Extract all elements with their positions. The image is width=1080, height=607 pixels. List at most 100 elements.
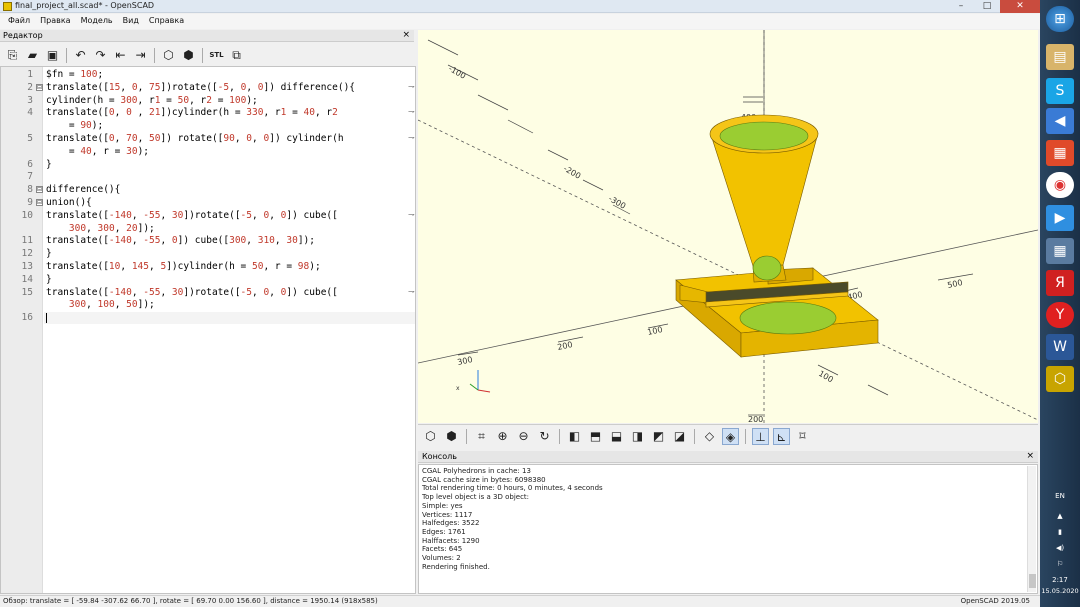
axis-label: 300 xyxy=(457,355,474,367)
console-scrollbar[interactable] xyxy=(1027,466,1036,592)
zoom-out-icon[interactable]: ⊖ xyxy=(515,428,532,445)
zoom-in-icon[interactable]: ⊕ xyxy=(494,428,511,445)
editor-close-button[interactable]: × xyxy=(402,30,410,40)
svg-text:x: x xyxy=(456,385,460,392)
line-number-gutter: 1 2 ⊟ 3 4 5 6 7 8 ⊟ 9 ⊟ 10 11 12 13 14 15 16 xyxy=(1,67,43,593)
line-number: 16 xyxy=(21,312,33,324)
fold-toggle[interactable]: ⊟ xyxy=(36,186,43,194)
line-wrap-icon: ⇁ xyxy=(408,133,415,142)
clock-time[interactable]: 2:17 xyxy=(1040,576,1080,584)
code-line: = 90); xyxy=(46,120,104,132)
render-icon[interactable]: ⬢ xyxy=(443,428,460,445)
line-number: 10 xyxy=(21,209,33,221)
line-number: 5 xyxy=(27,133,33,144)
send-to-print-icon[interactable]: ⧉ xyxy=(228,47,245,64)
axis-label: 500 xyxy=(947,278,964,290)
indent-icon[interactable]: ⇥ xyxy=(132,47,149,64)
line-number: 7 xyxy=(27,171,33,183)
orthogonal-icon[interactable]: ◈ xyxy=(722,428,739,445)
network-icon[interactable]: ▮ xyxy=(1040,528,1080,536)
skype-icon[interactable]: S xyxy=(1046,78,1074,104)
show-edges-icon[interactable]: ⌑ xyxy=(794,428,811,445)
redo-icon[interactable]: ↷ xyxy=(92,47,109,64)
openscad-taskbar-icon[interactable]: ⬡ xyxy=(1046,366,1074,392)
view-left-icon[interactable]: ◨ xyxy=(629,428,646,445)
status-bar: Обзор: translate = [ -59.84 -307.62 66.7… xyxy=(0,595,1040,607)
save-icon[interactable]: ▣ xyxy=(44,47,61,64)
axis-label: 200 xyxy=(748,415,763,423)
view-all-icon[interactable]: ⌗ xyxy=(473,428,490,445)
maximize-button[interactable]: □ xyxy=(974,0,1000,13)
line-number: 1 xyxy=(27,69,33,80)
menu-help[interactable]: Справка xyxy=(144,14,189,29)
perspective-icon[interactable]: ◇ xyxy=(701,428,718,445)
code-line: 300, 100, 50]); xyxy=(68,299,155,311)
fold-toggle[interactable]: ⊟ xyxy=(36,83,43,91)
start-button-icon[interactable]: ⊞ xyxy=(1046,6,1074,32)
console-line: Rendering finished. xyxy=(422,562,490,571)
openscad-app-icon xyxy=(3,2,12,11)
console-line: CGAL cache size in bytes: 6098380 xyxy=(422,475,546,484)
minimize-button[interactable]: – xyxy=(948,0,974,13)
reset-view-icon[interactable]: ↻ xyxy=(536,428,553,445)
word-icon[interactable]: W xyxy=(1046,334,1074,360)
console-line: Vertices: 1117 xyxy=(422,510,473,519)
office-icon[interactable]: ▦ xyxy=(1046,140,1074,166)
apps-grid-icon[interactable]: ▦ xyxy=(1046,238,1074,264)
cone-part xyxy=(709,114,819,283)
window-title: final_project_all.scad* - OpenSCAD xyxy=(15,1,155,10)
chrome-icon[interactable]: ◉ xyxy=(1046,172,1074,198)
view-front-icon[interactable]: ◩ xyxy=(650,428,667,445)
console-close-button[interactable]: × xyxy=(1026,451,1034,461)
console-line: Halffacets: 1290 xyxy=(422,536,480,545)
view-bottom-icon[interactable]: ⬓ xyxy=(608,428,625,445)
view-top-icon[interactable]: ⬒ xyxy=(587,428,604,445)
base-plate xyxy=(675,267,879,358)
preview-icon[interactable]: ⬡ xyxy=(422,428,439,445)
show-hidden-icons-icon[interactable]: ▲ xyxy=(1040,512,1080,520)
yandex-browser-icon[interactable]: Y xyxy=(1046,302,1074,328)
line-number: 4 xyxy=(27,107,33,119)
code-line: translate([0, 70, 50]) rotate([90, 0, 0]… xyxy=(46,133,344,144)
code-line: = 40, r = 30); xyxy=(46,145,150,157)
axis-label: 100 xyxy=(647,325,664,337)
preview-icon[interactable]: ⬡ xyxy=(160,47,177,64)
clock-date[interactable]: 15.05.2020 xyxy=(1040,587,1080,595)
menu-design[interactable]: Модель xyxy=(76,14,118,29)
code-editor[interactable]: 1 2 ⊟ 3 4 5 6 7 8 ⊟ 9 ⊟ 10 11 12 13 14 15 16 $fn = 100; tra… xyxy=(0,66,416,594)
console-header: Консоль × xyxy=(418,451,1038,463)
3d-viewport[interactable]: -100 -200 -300 -400 100 200 300 400 500 … xyxy=(418,30,1038,423)
view-back-icon[interactable]: ◪ xyxy=(671,428,688,445)
new-file-icon[interactable]: ⎘ xyxy=(4,47,21,64)
line-number: 13 xyxy=(21,261,33,272)
line-number: 9 xyxy=(27,197,33,208)
unindent-icon[interactable]: ⇤ xyxy=(112,47,129,64)
show-axes-icon[interactable]: ⊥ xyxy=(752,428,769,445)
fold-toggle[interactable]: ⊟ xyxy=(36,199,43,206)
language-indicator[interactable]: EN xyxy=(1040,492,1080,500)
viewport-toolbar: ⬡ ⬢ ⌗ ⊕ ⊖ ↻ ◧ ⬒ ⬓ ◨ ◩ ◪ ◇ ◈ ⊥ ⊾ ⌑ xyxy=(418,424,1038,448)
view-right-icon[interactable]: ◧ xyxy=(566,428,583,445)
line-number: 8 xyxy=(27,184,33,196)
open-file-icon[interactable]: ▰ xyxy=(24,47,41,64)
editor-toolbar: ⎘ ▰ ▣ ↶ ↷ ⇤ ⇥ ⬡ ⬢ STL ⧉ xyxy=(0,44,414,66)
axis-label: 100 xyxy=(817,369,835,384)
console-output[interactable]: CGAL Polyhedrons in cache: 13 CGAL cache … xyxy=(418,464,1038,594)
file-explorer-icon[interactable]: ▤ xyxy=(1046,44,1074,70)
console-line: Facets: 645 xyxy=(422,545,463,554)
show-scale-markers-icon[interactable]: ⊾ xyxy=(773,428,790,445)
undo-icon[interactable]: ↶ xyxy=(72,47,89,64)
export-stl-icon[interactable]: STL xyxy=(208,47,225,64)
menu-view[interactable]: Вид xyxy=(118,14,144,29)
volume-app-icon[interactable]: ◀ xyxy=(1046,108,1074,134)
close-window-button[interactable]: ✕ xyxy=(1000,0,1040,13)
axis-label: 200 xyxy=(557,340,574,352)
console-line: Edges: 1761 xyxy=(422,527,466,536)
menu-edit[interactable]: Правка xyxy=(35,14,75,29)
notification-icon[interactable]: ⚐ xyxy=(1040,560,1080,568)
render-icon[interactable]: ⬢ xyxy=(180,47,197,64)
menu-file[interactable]: Файл xyxy=(3,14,35,29)
speaker-icon[interactable]: ◀) xyxy=(1040,544,1080,552)
media-player-icon[interactable]: ▶ xyxy=(1046,205,1074,231)
yandex-icon[interactable]: Я xyxy=(1046,270,1074,296)
